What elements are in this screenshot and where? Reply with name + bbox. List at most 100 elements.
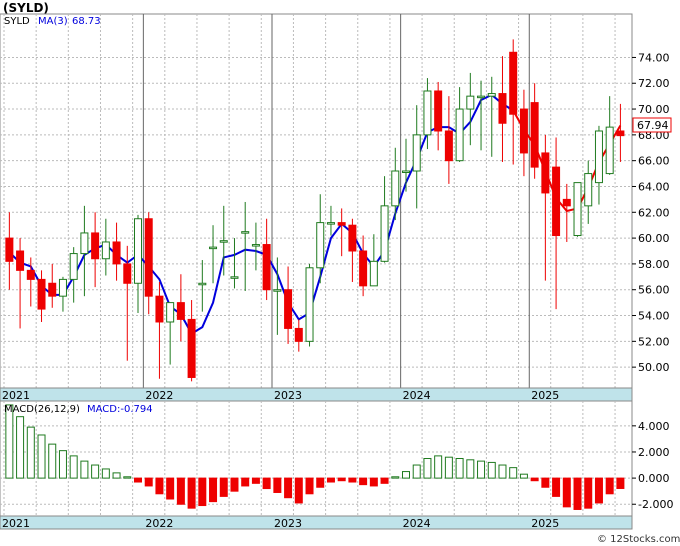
chart-title: (SYLD) (3, 1, 49, 15)
legend-ma-label: MA(3) (38, 16, 68, 27)
candle-up (326, 222, 335, 225)
candle-down (498, 93, 507, 124)
macd-bar-negative (605, 477, 614, 495)
macd-bar-negative (176, 477, 185, 505)
macd-bar-negative (144, 477, 153, 487)
candle-down (434, 90, 443, 132)
macd-bar-negative (594, 477, 603, 504)
macd-panel (0, 400, 633, 517)
price-tick-label: 58.00 (638, 258, 670, 271)
macd-bar-positive (101, 468, 110, 479)
price-x-tick-label: 2023 (274, 389, 302, 402)
macd-bar-positive (498, 464, 507, 479)
candle-up (219, 240, 228, 243)
candle-down (37, 278, 46, 310)
macd-bar-positive (509, 467, 518, 479)
price-tick-label: 62.00 (638, 206, 670, 219)
macd-bar-negative (262, 477, 271, 490)
candle-down (26, 269, 35, 280)
macd-tick-label: 4.000 (638, 420, 670, 433)
candle-up (402, 170, 410, 173)
candle-down (91, 232, 100, 260)
candle-up (423, 90, 432, 136)
candle-up (241, 231, 250, 234)
candle-up (166, 302, 175, 323)
macd-bar-negative (198, 477, 207, 507)
macd-bar-negative (616, 477, 625, 489)
last-price-label: 67.94 (637, 119, 669, 132)
candle-down (176, 302, 185, 320)
macd-bar-positive (26, 426, 35, 479)
candle-up (316, 222, 325, 269)
macd-bar-negative (294, 477, 303, 504)
legend-symbol: SYLD (4, 16, 30, 27)
candle-down (348, 224, 357, 252)
candle-up (477, 95, 486, 99)
candle-up (594, 130, 603, 184)
candle-up (251, 244, 260, 247)
candle-down (144, 218, 153, 297)
macd-x-tick-label: 2022 (145, 517, 173, 530)
macd-legend-label: MACD(26,12,9) (4, 404, 80, 415)
macd-bar-positive (80, 460, 89, 479)
candle-down (337, 222, 346, 226)
macd-bar-positive (48, 443, 57, 479)
macd-bar-negative (348, 477, 357, 483)
candle-down (123, 263, 132, 284)
candle-down (616, 130, 625, 137)
price-tick-label: 50.00 (638, 361, 670, 374)
candle-up (58, 278, 67, 297)
macd-bar-negative (241, 477, 250, 487)
macd-bar-positive (391, 476, 400, 479)
candle-down (562, 198, 571, 207)
macd-bar-negative (209, 477, 218, 503)
candle-down (519, 108, 528, 154)
price-tick-label: 64.00 (638, 180, 670, 193)
price-panel (0, 13, 633, 389)
macd-x-tick-label: 2024 (403, 517, 431, 530)
macd-bar-negative (359, 477, 368, 486)
macd-bar-positive (434, 455, 443, 479)
macd-bar-positive (402, 471, 410, 479)
candle-up (605, 126, 614, 175)
candle-up (391, 170, 400, 207)
candle-down (16, 250, 25, 271)
macd-bar-positive (5, 404, 14, 479)
price-tick-label: 70.00 (638, 103, 670, 116)
macd-bar-negative (541, 477, 550, 488)
stock-chart: (SYLD) 74.0072.0070.0068.0066.0064.0062.… (0, 0, 680, 546)
macd-bar-positive (466, 459, 475, 479)
candle-up (230, 276, 239, 279)
macd-bar-negative (380, 477, 389, 484)
macd-bar-negative (166, 477, 175, 500)
candle-down (262, 244, 271, 291)
macd-legend-value: MACD:-0.794 (87, 404, 153, 415)
price-tick-label: 60.00 (638, 232, 670, 245)
candle-up (69, 253, 78, 280)
candle-down (5, 237, 14, 262)
macd-bar-negative (326, 477, 335, 483)
price-tick-label: 56.00 (638, 284, 670, 297)
candle-down (112, 241, 121, 265)
macd-bar-negative (305, 477, 314, 495)
candle-up (466, 95, 475, 110)
candle-down (187, 318, 196, 378)
macd-bar-negative (230, 477, 239, 492)
candle-up (101, 241, 110, 260)
macd-bar-positive (16, 416, 25, 479)
price-x-tick-label: 2025 (531, 389, 559, 402)
macd-bar-negative (562, 477, 571, 508)
price-x-tick-label: 2022 (145, 389, 173, 402)
macd-bar-negative (530, 477, 539, 482)
candle-down (284, 289, 293, 329)
candle-up (305, 267, 314, 342)
macd-bar-positive (412, 464, 421, 479)
macd-bar-negative (316, 477, 325, 488)
candle-down (530, 102, 539, 168)
macd-bar-negative (369, 477, 378, 487)
price-x-tick-label: 2024 (403, 389, 431, 402)
candle-up (80, 232, 89, 255)
price-x-tick-label: 2021 (2, 389, 30, 402)
candle-down (552, 166, 561, 237)
candle-down (48, 282, 57, 297)
